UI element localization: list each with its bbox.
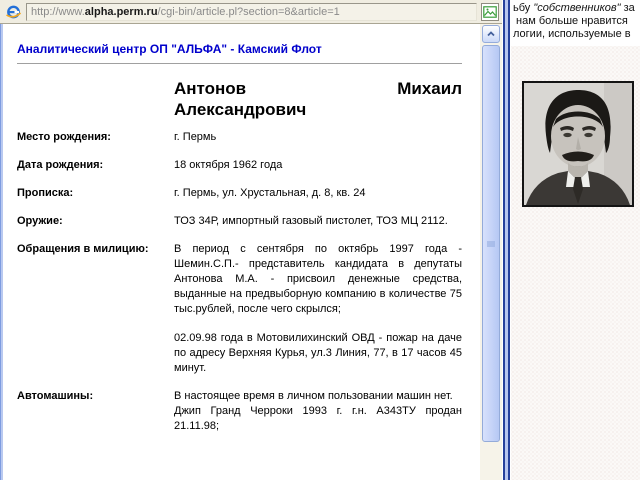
scrollbar-thumb[interactable]	[482, 45, 500, 442]
browser-popup-window: http://www.alpha.perm.ru/cgi-bin/article…	[0, 0, 640, 480]
url-input[interactable]: http://www.alpha.perm.ru/cgi-bin/article…	[26, 3, 477, 21]
site-title-link[interactable]: Аналитический центр ОП "АЛЬФА"	[17, 42, 227, 56]
field-value: г. Пермь, ул. Хрустальная, д. 8, кв. 24	[174, 186, 462, 201]
field-label: Оружие:	[17, 214, 174, 229]
scroll-up-button[interactable]	[482, 25, 500, 43]
background-page-text: ьбу "собственников" за нам больше нравит…	[513, 2, 635, 41]
field-value: 18 октября 1962 года	[174, 158, 462, 173]
police-report-paragraph: В период с сентября по октябрь 1997 года…	[174, 242, 462, 317]
field-value: В период с сентября по октябрь 1997 года…	[174, 242, 462, 376]
ie-logo-icon	[5, 3, 22, 20]
address-bar: http://www.alpha.perm.ru/cgi-bin/article…	[0, 0, 502, 24]
url-domain: alpha.perm.ru	[85, 6, 158, 18]
chevron-up-icon	[485, 28, 497, 40]
picture-icon	[483, 6, 497, 18]
background-text-line: ьбу "собственников" за	[513, 2, 635, 15]
scrollbar-track[interactable]	[480, 24, 502, 480]
article-panel: Аналитический центр ОП "АЛЬФА" - Камский…	[3, 25, 480, 480]
field-row-birthplace: Место рождения: г. Пермь	[17, 130, 462, 145]
breadcrumb-separator: -	[227, 42, 238, 56]
person-firstname: Михаил	[397, 78, 462, 99]
field-label: Дата рождения:	[17, 158, 174, 173]
background-page: ьбу "собственников" за нам больше нравит…	[511, 0, 640, 480]
police-report-paragraph: 02.09.98 года в Мотовилихинский ОВД - по…	[174, 331, 462, 376]
grip-lines-icon	[487, 241, 495, 246]
person-name: Антонов Михаил Александрович	[174, 78, 462, 120]
breadcrumb: Аналитический центр ОП "АЛЬФА" - Камский…	[17, 42, 462, 56]
field-row-police-reports: Обращения в милицию: В период с сентября…	[17, 242, 462, 376]
person-patronymic: Александрович	[174, 99, 462, 120]
horizontal-rule	[17, 63, 462, 64]
field-row-birthdate: Дата рождения: 18 октября 1962 года	[17, 158, 462, 173]
url-path: /cgi-bin/article.pl?section=8&article=1	[158, 6, 340, 18]
field-value: В настоящее время в личном пользовании м…	[174, 389, 462, 434]
cars-paragraph: В настоящее время в личном пользовании м…	[174, 389, 462, 404]
field-row-cars: Автомашины: В настоящее время в личном п…	[17, 389, 462, 434]
field-row-weapons: Оружие: ТОЗ 34Р, импортный газовый писто…	[17, 214, 462, 229]
page-texture	[511, 46, 640, 480]
field-value: г. Пермь	[174, 130, 462, 145]
field-label: Обращения в милицию:	[17, 242, 174, 376]
background-text-line: нам больше нравится	[513, 15, 635, 28]
field-value: ТОЗ 34Р, импортный газовый пистолет, ТОЗ…	[174, 214, 462, 229]
field-label: Место рождения:	[17, 130, 174, 145]
cars-paragraph: Джип Гранд Черроки 1993 г. г.н. А343ТУ п…	[174, 404, 462, 434]
person-surname: Антонов	[174, 78, 246, 99]
frame-divider	[502, 0, 511, 480]
url-prefix: http://www.	[31, 6, 85, 18]
portrait-photo	[522, 81, 634, 207]
field-row-registration: Прописка: г. Пермь, ул. Хрустальная, д. …	[17, 186, 462, 201]
section-title-link[interactable]: Камский Флот	[238, 42, 322, 56]
background-text-line: логии, используемые в	[513, 28, 635, 41]
picture-button[interactable]	[481, 3, 499, 21]
field-label: Автомашины:	[17, 389, 174, 434]
field-label: Прописка:	[17, 186, 174, 201]
